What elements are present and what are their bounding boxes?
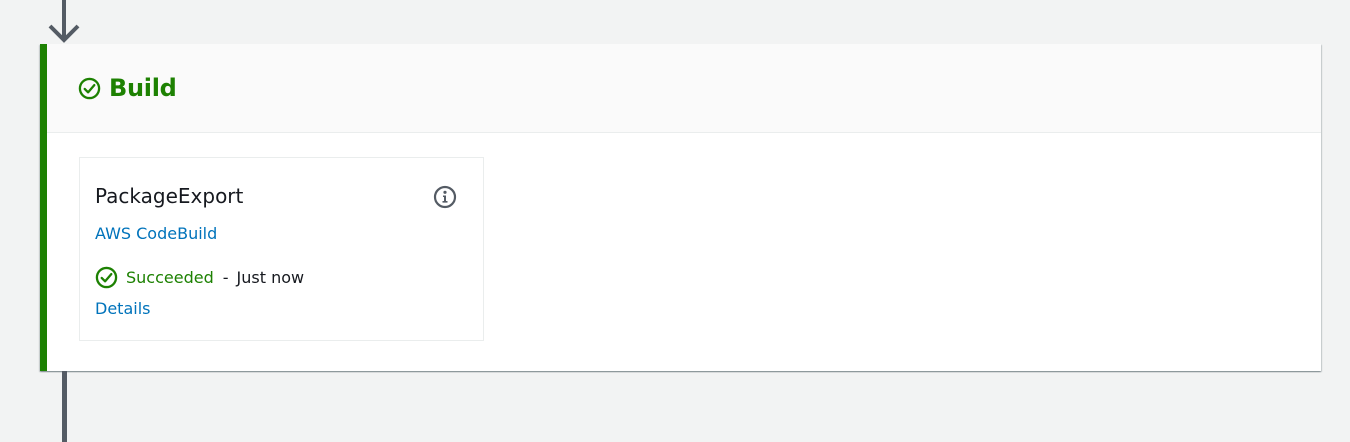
stage-header: Build <box>47 44 1321 133</box>
action-name: PackageExport <box>95 184 244 208</box>
stage-title: Build <box>109 74 177 102</box>
status-text: Succeeded <box>126 268 214 287</box>
info-icon[interactable] <box>433 185 457 209</box>
status-time: Just now <box>236 268 305 287</box>
connector-line <box>62 371 67 442</box>
status-separator: - <box>222 268 229 287</box>
details-link[interactable]: Details <box>95 299 150 318</box>
provider-link[interactable]: AWS CodeBuild <box>95 224 217 243</box>
check-circle-icon <box>95 266 118 289</box>
stage-panel: Build PackageExport AWS CodeBuild Succee… <box>40 44 1321 371</box>
connector-arrow-down-icon <box>48 0 80 43</box>
action-card: PackageExport AWS CodeBuild Succeeded - … <box>79 157 484 341</box>
action-status: Succeeded - Just now <box>95 266 304 289</box>
check-circle-icon <box>78 77 101 100</box>
